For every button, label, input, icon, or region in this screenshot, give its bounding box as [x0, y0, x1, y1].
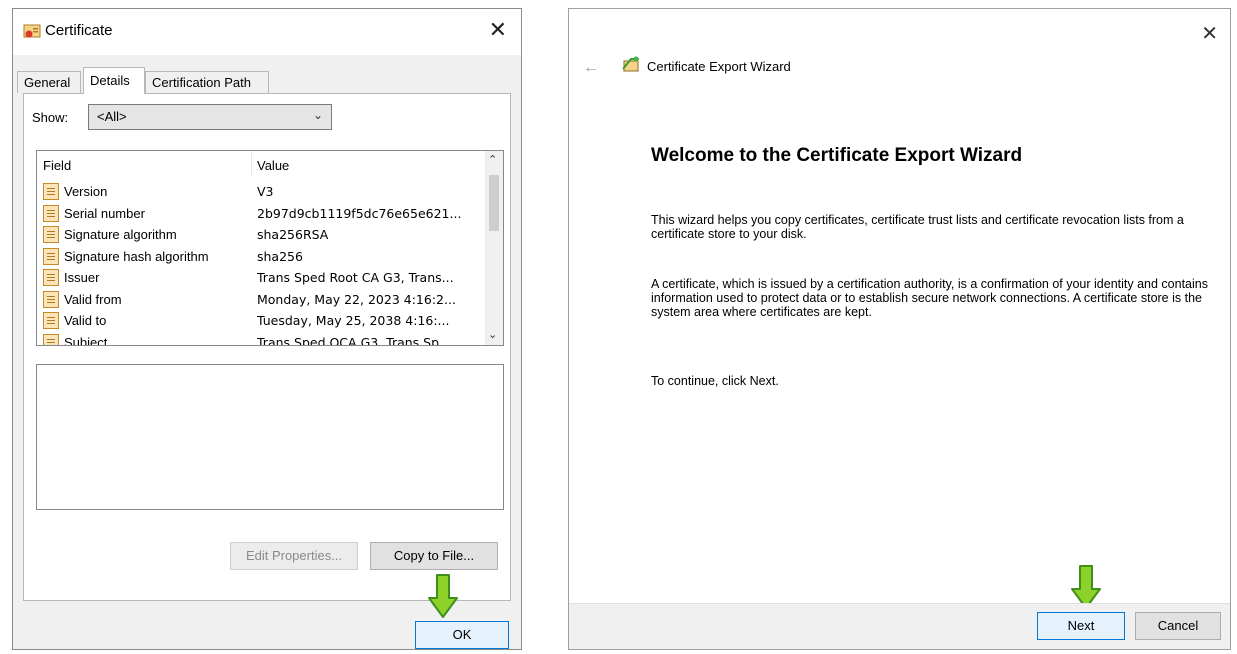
scroll-down-icon[interactable]: ⌄	[488, 328, 497, 341]
copy-to-file-button[interactable]: Copy to File...	[370, 542, 498, 570]
wizard-continue-text: To continue, click Next.	[651, 374, 779, 388]
table-row[interactable]: Serial number 2b97d9cb1119f5dc76e65e621.…	[37, 203, 485, 225]
field-value: Monday, May 22, 2023 4:16:2...	[257, 291, 456, 307]
field-icon	[43, 290, 59, 308]
field-icon	[43, 226, 59, 243]
dialog-title: Certificate	[45, 22, 113, 39]
field-icon	[43, 183, 59, 200]
certificate-wizard-icon	[622, 56, 639, 72]
field-name: Valid from	[64, 291, 122, 307]
tab-general[interactable]: General	[17, 71, 81, 93]
show-dropdown-value: <All>	[97, 109, 127, 124]
column-header-value[interactable]: Value	[257, 158, 289, 173]
edit-properties-button[interactable]: Edit Properties...	[230, 542, 358, 570]
scroll-up-icon[interactable]: ⌃	[488, 153, 497, 166]
field-list[interactable]: Field Value Version V3 Serial number 2b9…	[36, 150, 504, 346]
table-row[interactable]: Signature algorithm sha256RSA	[37, 224, 485, 246]
tab-details[interactable]: Details	[83, 67, 145, 94]
wizard-title: Certificate Export Wizard	[647, 59, 791, 74]
field-value: Trans Sped OCA G3, Trans Sp...	[257, 334, 451, 346]
list-rows: Version V3 Serial number 2b97d9cb1119f5d…	[37, 181, 485, 346]
field-name: Signature hash algorithm	[64, 248, 209, 264]
table-row[interactable]: Version V3	[37, 181, 485, 203]
field-name: Serial number	[64, 205, 145, 221]
wizard-intro-text: This wizard helps you copy certificates,…	[651, 213, 1184, 241]
field-value: Trans Sped Root CA G3, Trans...	[257, 270, 454, 285]
field-value: V3	[257, 184, 274, 199]
scroll-thumb[interactable]	[489, 175, 499, 231]
column-header-field[interactable]: Field	[43, 158, 71, 173]
back-arrow-icon[interactable]: ←	[583, 59, 599, 77]
arrow-shape	[428, 574, 458, 618]
title-bar: Certificate ✕	[13, 9, 521, 55]
field-value: Tuesday, May 25, 2038 4:16:...	[257, 313, 450, 328]
cancel-button[interactable]: Cancel	[1135, 612, 1221, 640]
wizard-heading: Welcome to the Certificate Export Wizard	[651, 145, 1023, 166]
chevron-down-icon: ⌄	[312, 108, 323, 122]
ok-button[interactable]: OK	[415, 621, 509, 649]
next-button[interactable]: Next	[1037, 612, 1125, 640]
field-name: Issuer	[64, 270, 100, 285]
field-icon	[43, 269, 59, 286]
table-row[interactable]: Signature hash algorithm sha256	[37, 246, 485, 268]
column-divider[interactable]	[251, 153, 252, 175]
close-icon[interactable]: ✕	[489, 19, 507, 41]
field-name: Valid to	[64, 313, 107, 328]
arrow-shape	[1071, 565, 1101, 609]
field-name: Subject	[64, 334, 108, 346]
table-row[interactable]: Valid to Tuesday, May 25, 2038 4:16:...	[37, 310, 485, 332]
field-icon	[43, 333, 59, 345]
table-row[interactable]: Issuer Trans Sped Root CA G3, Trans...	[37, 267, 485, 289]
table-row[interactable]: Valid from Monday, May 22, 2023 4:16:2..…	[37, 289, 485, 311]
field-icon	[43, 204, 59, 222]
export-wizard-dialog: ✕ ← Certificate Export Wizard Welcome to…	[568, 8, 1231, 650]
field-value: 2b97d9cb1119f5dc76e65e621...	[257, 205, 462, 221]
certificate-app-icon	[23, 24, 41, 38]
wizard-description-text: A certificate, which is issued by a cert…	[651, 277, 1208, 319]
certificate-dialog: Certificate ✕ General Details Certificat…	[12, 8, 522, 650]
field-value: sha256RSA	[257, 227, 329, 242]
details-panel: Show: <All> ⌄ Field Value Version V3 Ser…	[23, 93, 511, 618]
list-scrollbar[interactable]: ⌃ ⌄	[485, 151, 503, 345]
show-label: Show:	[32, 110, 69, 125]
field-name: Signature algorithm	[64, 227, 177, 242]
down-arrow-icon	[428, 574, 458, 618]
field-value: sha256	[257, 248, 303, 264]
field-name: Version	[64, 184, 108, 199]
wizard-footer: Next Cancel	[569, 603, 1230, 649]
value-detail-box[interactable]	[36, 364, 504, 510]
field-icon	[43, 247, 59, 265]
table-row[interactable]: Subject Trans Sped OCA G3, Trans Sp...	[37, 332, 485, 346]
show-dropdown[interactable]: <All> ⌄	[88, 104, 332, 130]
field-icon	[43, 312, 59, 329]
tab-certification-path[interactable]: Certification Path	[145, 71, 269, 93]
list-header: Field Value	[37, 151, 485, 177]
close-icon[interactable]: ✕	[1201, 21, 1218, 46]
